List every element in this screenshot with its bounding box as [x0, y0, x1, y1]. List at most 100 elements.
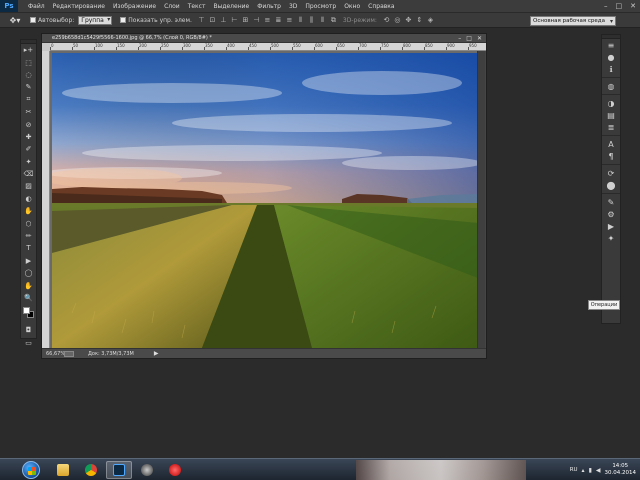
properties-panel-icon[interactable]: ✦: [602, 232, 620, 244]
vertical-scrollbar[interactable]: [477, 51, 485, 348]
doc-close-button[interactable]: ✕: [477, 35, 482, 42]
quick-mask-icon[interactable]: ◘: [21, 324, 36, 336]
3d-slide-icon[interactable]: ⇕: [415, 16, 424, 25]
vertical-ruler[interactable]: [42, 51, 50, 348]
hand-tool-icon[interactable]: ✋: [21, 279, 36, 291]
zoom-level[interactable]: 66,67%: [42, 351, 65, 357]
layers-panel-icon[interactable]: ▤: [602, 109, 620, 121]
autoselect-dropdown[interactable]: Группа: [78, 15, 113, 25]
distribute-top-icon[interactable]: ≡: [263, 16, 272, 25]
zoom-tool-icon[interactable]: 🔍: [21, 292, 36, 304]
history-panel-icon[interactable]: ≡: [602, 39, 620, 51]
align-right-icon[interactable]: ⊣: [252, 16, 261, 25]
align-top-icon[interactable]: ⊤: [197, 16, 206, 25]
quick-select-tool-icon[interactable]: ✎: [21, 81, 36, 93]
distribute-hcenter-icon[interactable]: ⫼: [307, 16, 316, 25]
move-tool-icon[interactable]: ✥▾: [4, 14, 26, 26]
network-icon[interactable]: ▮: [589, 467, 592, 474]
brush-panel-icon[interactable]: ✎: [602, 196, 620, 208]
taskbar-steam[interactable]: [134, 461, 160, 479]
taskbar-record[interactable]: [162, 461, 188, 479]
pencil-tool-icon[interactable]: ✏: [21, 230, 36, 242]
auto-align-icon[interactable]: ⧉: [329, 16, 338, 25]
swatches-panel-icon[interactable]: ◍: [602, 80, 620, 92]
pen-tool-icon[interactable]: ⬡: [21, 217, 36, 229]
tray-arrow-icon[interactable]: ▴: [582, 467, 585, 474]
autoselect-checkbox[interactable]: [30, 17, 36, 23]
screen-mode-icon[interactable]: ▭: [21, 337, 36, 349]
distribute-right-icon[interactable]: ⫴: [318, 16, 327, 25]
info-panel-icon[interactable]: ℹ: [602, 63, 620, 75]
menu-type[interactable]: Текст: [184, 3, 210, 10]
clone-source-panel-icon[interactable]: ⟳: [602, 167, 620, 179]
show-controls-checkbox[interactable]: [120, 17, 127, 23]
3d-drag-icon[interactable]: ✥: [404, 16, 413, 25]
distribute-left-icon[interactable]: ⫴: [296, 16, 305, 25]
healing-tool-icon[interactable]: ⊘: [21, 118, 36, 130]
taskbar-clock[interactable]: 14:05 30.04.2014: [605, 463, 637, 477]
path-select-tool-icon[interactable]: ▶: [21, 255, 36, 267]
doc-maximize-button[interactable]: □: [466, 35, 472, 42]
volume-icon[interactable]: ◀: [596, 467, 601, 474]
foreground-color-swatch[interactable]: [23, 307, 30, 315]
taskbar-photoshop[interactable]: [106, 461, 132, 479]
close-button[interactable]: ✕: [630, 2, 636, 10]
distribute-bottom-icon[interactable]: ≡: [285, 16, 294, 25]
tool-presets-panel-icon[interactable]: ⚙: [602, 208, 620, 220]
shape-tool-icon[interactable]: ◯: [21, 267, 36, 279]
canvas-area[interactable]: [50, 51, 478, 348]
distribute-vcenter-icon[interactable]: ≣: [274, 16, 283, 25]
document-title-bar[interactable]: e259b658d1c5429f5566-1600.jpg @ 66,7% (С…: [42, 34, 486, 43]
3d-roll-icon[interactable]: ◎: [393, 16, 402, 25]
align-left-icon[interactable]: ⊢: [230, 16, 239, 25]
doc-minimize-button[interactable]: –: [458, 35, 461, 42]
history-brush-tool-icon[interactable]: ✦: [21, 156, 36, 168]
start-button[interactable]: [22, 461, 40, 479]
menu-3d[interactable]: 3D: [285, 3, 301, 10]
align-vcenter-icon[interactable]: ⊡: [208, 16, 217, 25]
menu-window[interactable]: Окно: [340, 3, 364, 10]
brush-presets-panel-icon[interactable]: ⬤: [602, 179, 620, 191]
character-panel-icon[interactable]: A: [602, 138, 620, 150]
gradient-tool-icon[interactable]: ▨: [21, 180, 36, 192]
crop-tool-icon[interactable]: ⌗: [21, 94, 36, 106]
menu-help[interactable]: Справка: [364, 3, 398, 10]
menu-filter[interactable]: Фильтр: [253, 3, 285, 10]
3d-scale-icon[interactable]: ◈: [426, 16, 435, 25]
brush-tool-icon[interactable]: ✚: [21, 131, 36, 143]
align-hcenter-icon[interactable]: ⊞: [241, 16, 250, 25]
lasso-tool-icon[interactable]: ◌: [21, 69, 36, 81]
paragraph-panel-icon[interactable]: ¶: [602, 150, 620, 162]
dodge-tool-icon[interactable]: ✋: [21, 205, 36, 217]
taskbar-chrome[interactable]: [78, 461, 104, 479]
color-panel-icon[interactable]: ●: [602, 51, 620, 63]
menu-image[interactable]: Изображение: [109, 3, 160, 10]
channels-panel-icon[interactable]: ≣: [602, 121, 620, 133]
menu-file[interactable]: Файл: [24, 3, 49, 10]
document-tab[interactable]: e259b658d1c5429f5566-1600.jpg @ 66,7% (С…: [42, 35, 212, 41]
zoom-field-icon[interactable]: [64, 350, 74, 357]
eraser-tool-icon[interactable]: ⌫: [21, 168, 36, 180]
menu-view[interactable]: Просмотр: [301, 3, 340, 10]
actions-panel-icon[interactable]: ▶: [602, 220, 620, 232]
language-indicator[interactable]: RU: [570, 467, 578, 473]
maximize-button[interactable]: □: [616, 2, 623, 10]
minimize-button[interactable]: –: [604, 2, 608, 10]
taskbar-explorer[interactable]: [50, 461, 76, 479]
align-bottom-icon[interactable]: ⊥: [219, 16, 228, 25]
marquee-tool-icon[interactable]: ⬚: [21, 56, 36, 68]
ruler-corner[interactable]: [42, 43, 50, 51]
menu-layers[interactable]: Слои: [160, 3, 184, 10]
adjustments-panel-icon[interactable]: ◑: [602, 97, 620, 109]
horizontal-ruler[interactable]: 0 50 100 150 200 250 300 350 400 450 500 550 600 650 7…: [50, 43, 486, 51]
blur-tool-icon[interactable]: ◐: [21, 193, 36, 205]
eyedropper-tool-icon[interactable]: ✂: [21, 106, 36, 118]
status-menu-arrow[interactable]: ▶: [154, 350, 159, 357]
menu-edit[interactable]: Редактирование: [49, 3, 109, 10]
menu-select[interactable]: Выделение: [209, 3, 253, 10]
move-tool-icon[interactable]: ▸+: [21, 44, 36, 56]
type-tool-icon[interactable]: T: [21, 242, 36, 254]
clone-stamp-tool-icon[interactable]: ✐: [21, 143, 36, 155]
3d-rotate-icon[interactable]: ⟲: [382, 16, 391, 25]
workspace-dropdown[interactable]: Основная рабочая среда: [530, 16, 616, 26]
